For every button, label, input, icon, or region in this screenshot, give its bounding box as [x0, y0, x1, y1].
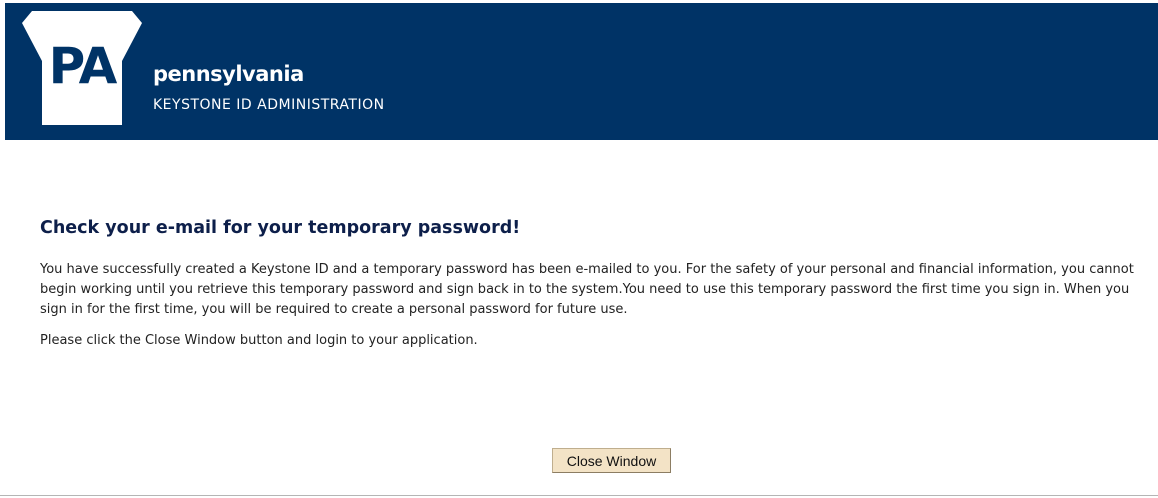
confirmation-message: You have successfully created a Keystone…: [40, 262, 1134, 317]
footer-divider: [0, 495, 1158, 496]
close-window-button[interactable]: Close Window: [552, 448, 671, 473]
keystone-icon: PA: [22, 11, 142, 125]
page-title: Check your e-mail for your temporary pas…: [40, 218, 521, 238]
keystone-logo: PA: [22, 11, 142, 125]
brand: pennsylvania KEYSTONE ID ADMINISTRATION: [153, 61, 385, 115]
main-content: Check your e-mail for your temporary pas…: [40, 214, 1150, 351]
brand-subtitle: KEYSTONE ID ADMINISTRATION: [153, 97, 385, 113]
page: PA pennsylvania KEYSTONE ID ADMINISTRATI…: [0, 0, 1158, 498]
logo-text: PA: [49, 37, 118, 95]
instruction-text: Please click the Close Window button and…: [40, 333, 478, 348]
brand-name: pennsylvania: [153, 62, 304, 86]
header-banner: PA pennsylvania KEYSTONE ID ADMINISTRATI…: [5, 3, 1158, 140]
